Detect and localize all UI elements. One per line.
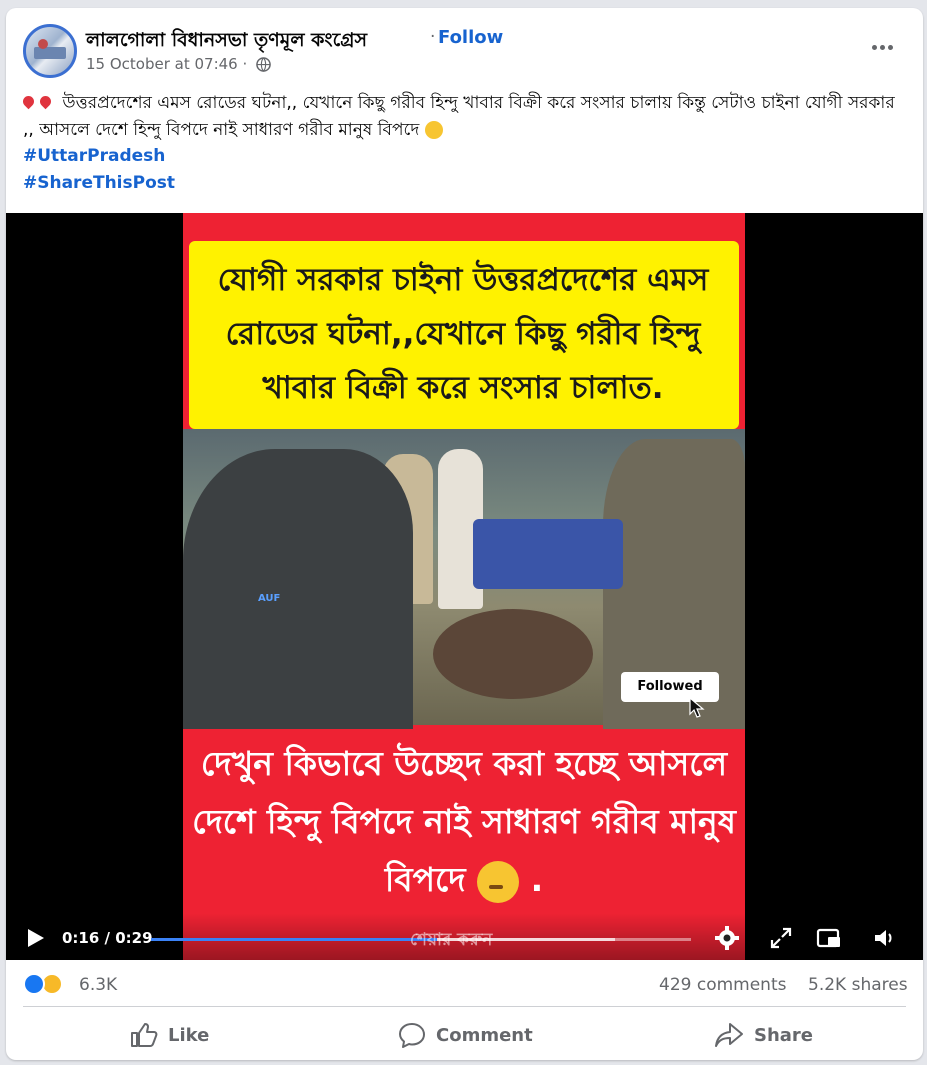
volume-icon[interactable] <box>872 925 898 951</box>
avatar-image-detail <box>38 39 48 49</box>
avatar-image <box>34 47 66 59</box>
page-avatar[interactable] <box>23 24 77 78</box>
divider <box>23 1006 906 1007</box>
share-overlay-text: শেয়ার করুন <box>410 930 493 950</box>
share-icon <box>715 1023 743 1047</box>
hashtag-link[interactable]: #UttarPradesh <box>23 146 165 166</box>
watermark: AUF <box>258 593 281 604</box>
post-body: উত্তরপ্রদেশের এমস রোডের ঘটনা,, যেখানে কি… <box>20 90 903 144</box>
more-dot <box>872 45 877 50</box>
play-icon[interactable] <box>24 927 46 949</box>
scene-cart <box>473 519 623 589</box>
expand-icon[interactable] <box>768 925 794 951</box>
like-button[interactable]: Like <box>130 1017 209 1053</box>
more-dot <box>888 45 893 50</box>
more-options-icon[interactable] <box>866 37 900 57</box>
page-name[interactable]: লালগোলা বিধানসভা তৃণমূল কংগ্রেস <box>86 26 367 58</box>
video-controls: 0:16 / 0:29 শেয়ার করুন <box>6 913 923 960</box>
bottom-caption: দেখুন কিভাবে উচ্ছেদ করা হচ্ছে আসলে দেশে … <box>183 735 745 909</box>
follow-button[interactable]: Follow <box>438 27 503 48</box>
share-label: Share <box>754 1024 814 1046</box>
pin-icon <box>37 93 54 110</box>
top-caption: যোগী সরকার চাইনা উত্তরপ্রদেশের এমস রোডের… <box>217 262 709 406</box>
reactions-bar: 6.3K 429 comments 5.2K shares <box>6 960 923 1010</box>
like-label: Like <box>168 1024 210 1046</box>
thinking-face-icon <box>477 860 520 903</box>
post-timestamp[interactable]: 15 October at 07:46 · <box>86 55 247 73</box>
settings-icon[interactable] <box>714 925 740 951</box>
like-icon[interactable] <box>23 973 45 995</box>
progress-fill <box>151 938 438 941</box>
video-time: 0:16 / 0:29 <box>62 929 153 947</box>
shares-count[interactable]: 5.2K shares <box>808 975 908 995</box>
post-text: উত্তরপ্রদেশের এমস রোডের ঘটনা,, যেখানে কি… <box>23 93 895 140</box>
picture-in-picture-icon[interactable] <box>816 925 842 951</box>
scene-figure <box>433 609 593 699</box>
globe-icon <box>256 57 271 72</box>
scene-figure <box>183 449 413 729</box>
header-separator: · <box>430 27 436 47</box>
share-button[interactable]: Share <box>714 1017 813 1053</box>
more-dot <box>880 45 885 50</box>
comments-count[interactable]: 429 comments <box>659 975 786 995</box>
bottom-caption-end: . <box>530 860 544 899</box>
video-frame: যোগী সরকার চাইনা উত্তরপ্রদেশের এমস রোডের… <box>183 213 745 960</box>
post-header: লালগোলা বিধানসভা তৃণমূল কংগ্রেস · Follow… <box>6 8 923 88</box>
post-card: লালগোলা বিধানসভা তৃণমূল কংগ্রেস · Follow… <box>6 8 923 1060</box>
reaction-count[interactable]: 6.3K <box>79 975 117 995</box>
video-player[interactable]: যোগী সরকার চাইনা উত্তরপ্রদেশের এমস রোডের… <box>6 213 923 960</box>
action-bar: Like Comment Share <box>6 1009 923 1059</box>
comment-icon <box>399 1023 425 1048</box>
cursor-icon <box>689 697 705 718</box>
sad-emoji-icon <box>424 121 443 139</box>
hashtag-link[interactable]: #ShareThisPost <box>23 173 175 193</box>
thumbs-up-icon <box>131 1023 158 1047</box>
bottom-caption-text: দেখুন কিভাবে উচ্ছেদ করা হচ্ছে আসলে দেশে … <box>192 744 736 899</box>
comment-label: Comment <box>436 1024 533 1046</box>
comment-button[interactable]: Comment <box>398 1017 533 1053</box>
pin-icon <box>20 93 37 110</box>
